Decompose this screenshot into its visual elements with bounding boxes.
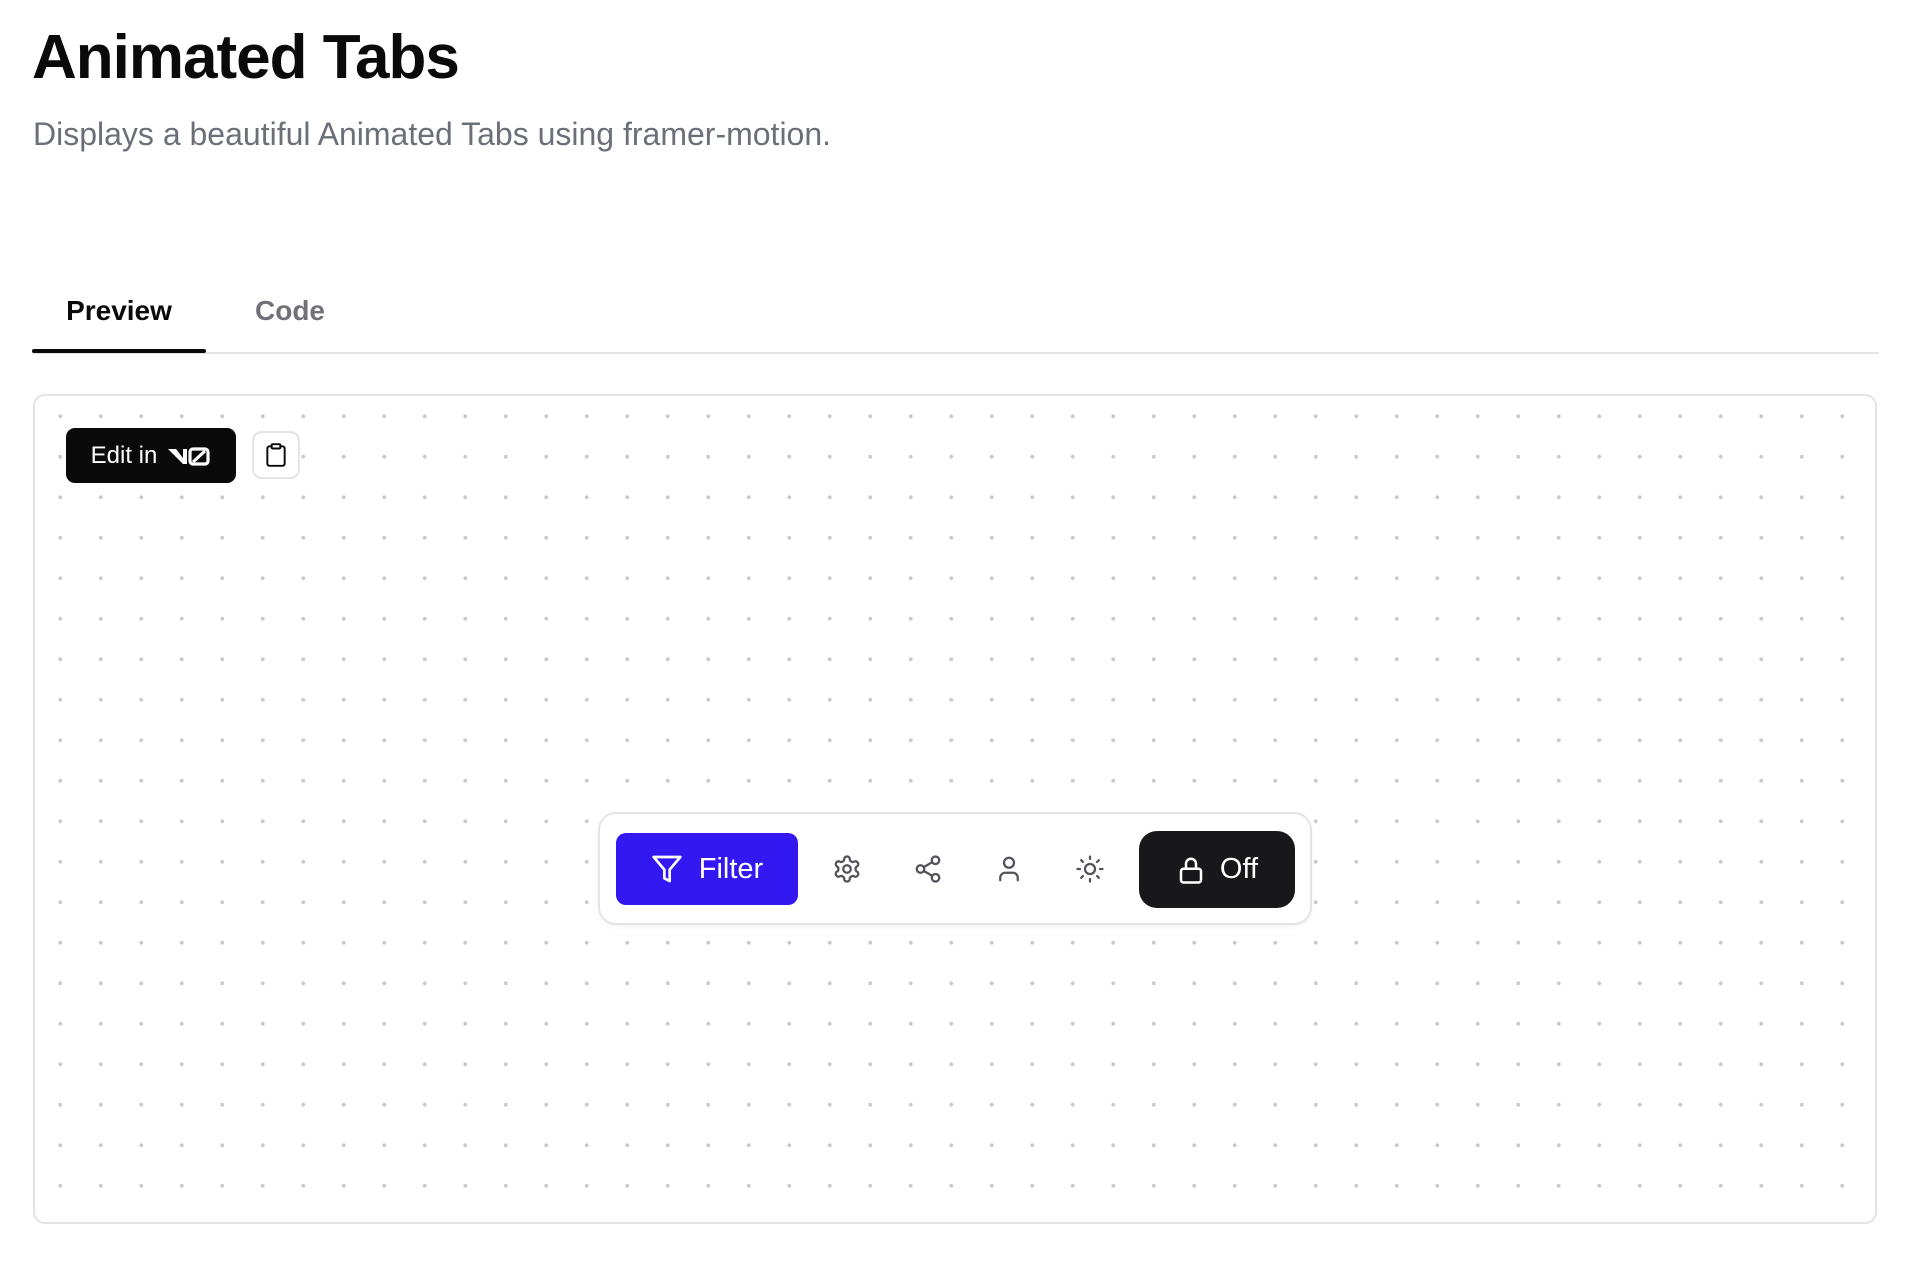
user-button[interactable] <box>981 841 1037 897</box>
edit-in-v0-label: Edit in <box>90 441 158 469</box>
settings-button[interactable] <box>819 841 875 897</box>
preview-panel <box>33 394 1877 1224</box>
page-subtitle: Displays a beautiful Animated Tabs using… <box>33 116 832 152</box>
filter-icon <box>651 853 683 885</box>
filter-button[interactable]: Filter <box>616 833 798 905</box>
theme-button[interactable] <box>1062 841 1118 897</box>
clipboard-icon <box>263 442 289 468</box>
v0-logo <box>167 445 211 467</box>
tab-preview[interactable]: Preview <box>32 272 206 353</box>
share-button[interactable] <box>900 841 956 897</box>
lock-toggle-button[interactable]: Off <box>1139 831 1295 908</box>
share-icon <box>913 854 943 884</box>
sun-icon <box>1075 854 1105 884</box>
tab-code-label: Code <box>255 295 325 326</box>
tab-code[interactable]: Code <box>230 272 350 350</box>
tab-bar: Preview Code <box>32 272 1879 354</box>
copy-button[interactable] <box>252 431 300 479</box>
lock-label: Off <box>1219 853 1259 885</box>
lock-icon <box>1176 855 1206 885</box>
tab-preview-label: Preview <box>66 295 172 326</box>
page-title: Animated Tabs <box>32 23 460 92</box>
user-icon <box>994 854 1024 884</box>
edit-in-v0-button[interactable]: Edit in <box>66 428 236 483</box>
filter-label: Filter <box>698 852 764 885</box>
page: Animated Tabs Displays a beautiful Anima… <box>0 0 1914 1276</box>
gear-icon <box>832 854 862 884</box>
